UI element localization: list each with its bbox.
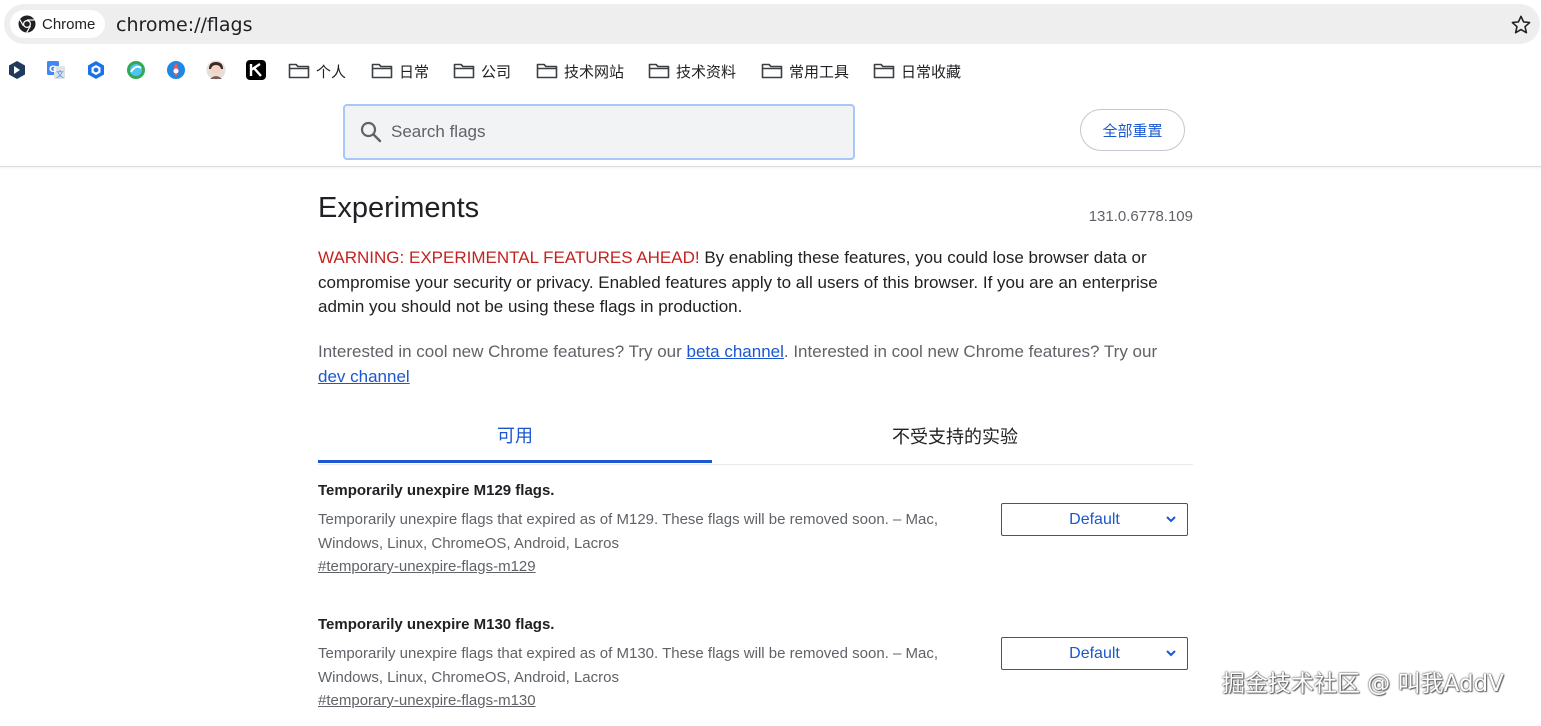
watermark-text: 掘金技术社区 @ 叫我AddV: [1222, 671, 1504, 697]
bookmark-folder-tools[interactable]: 常用工具: [761, 59, 849, 83]
bookmark-folder-daily[interactable]: 日常: [371, 59, 429, 83]
bookmark-app-3-icon[interactable]: [86, 60, 106, 80]
flag-anchor-link[interactable]: #temporary-unexpire-flags-m130: [318, 692, 536, 709]
search-input[interactable]: [389, 118, 833, 146]
flag-select-value: Default: [1069, 510, 1120, 528]
flag-description: Temporarily unexpire flags that expired …: [318, 511, 939, 552]
folder-icon: [288, 63, 310, 79]
chevron-down-icon: [1166, 650, 1176, 657]
folder-icon: [536, 63, 558, 79]
promo-text-1: Interested in cool new Chrome features? …: [318, 342, 687, 361]
version-label: 131.0.6778.109: [1088, 208, 1193, 225]
page-title: Experiments: [318, 192, 480, 224]
search-icon: [360, 121, 382, 143]
bookmark-app-7-icon[interactable]: [246, 60, 266, 80]
flag-select-value: Default: [1069, 644, 1120, 662]
omnibox[interactable]: Chrome chrome://flags: [4, 4, 1540, 44]
bookmark-app-5-icon[interactable]: [166, 60, 186, 80]
bookmark-folder-tech-docs[interactable]: 技术资料: [648, 59, 736, 83]
bookmark-folder-personal[interactable]: 个人: [288, 59, 346, 83]
folder-icon: [873, 63, 895, 79]
chrome-logo-icon: [18, 15, 36, 33]
flag-description: Temporarily unexpire flags that expired …: [318, 645, 939, 686]
flag-anchor-link[interactable]: #temporary-unexpire-flags-m129: [318, 558, 536, 575]
promo-text-2: . Interested in cool new Chrome features…: [783, 342, 1158, 361]
flag-item: Temporarily unexpire M130 flags. Tempora…: [318, 616, 1193, 726]
chip-label: Chrome: [42, 15, 96, 33]
folder-icon: [453, 63, 475, 79]
warning-heading: WARNING: EXPERIMENTAL FEATURES AHEAD!: [318, 248, 700, 267]
folder-icon: [371, 63, 393, 79]
bookmark-folder-favorites[interactable]: 日常收藏: [873, 59, 961, 83]
tab-bar: 可用 不受支持的实验: [318, 410, 1193, 465]
search-box[interactable]: [343, 104, 855, 160]
reset-all-button[interactable]: 全部重置: [1080, 109, 1185, 151]
tab-available[interactable]: 可用: [318, 410, 712, 463]
url-text[interactable]: chrome://flags: [116, 14, 252, 36]
site-info-chip[interactable]: Chrome: [10, 10, 106, 38]
flag-name: Temporarily unexpire M129 flags.: [318, 482, 555, 499]
star-outline-icon[interactable]: [1510, 14, 1532, 36]
beta-channel-link[interactable]: beta channel: [687, 342, 784, 361]
bookmarks-bar: G 文 个人 日常 公司 技术网站 技术资料 常用工具 日常收藏: [0, 56, 1541, 86]
dev-channel-link[interactable]: dev channel: [318, 367, 410, 386]
flag-state-select[interactable]: Default: [1001, 637, 1188, 670]
folder-label: 常用工具: [789, 62, 850, 81]
chevron-down-icon: [1166, 516, 1176, 523]
folder-icon: [761, 63, 783, 79]
bookmark-folder-tech-sites[interactable]: 技术网站: [536, 59, 624, 83]
flag-name: Temporarily unexpire M130 flags.: [318, 616, 555, 633]
bookmark-folder-company[interactable]: 公司: [453, 59, 511, 83]
svg-text:文: 文: [56, 69, 64, 79]
folder-label: 个人: [316, 62, 347, 81]
folder-label: 日常收藏: [901, 62, 962, 81]
warning-text: WARNING: EXPERIMENTAL FEATURES AHEAD! By…: [318, 246, 1193, 320]
folder-label: 公司: [481, 62, 512, 81]
avatar-bookmark-icon[interactable]: [206, 60, 226, 80]
tab-unavailable[interactable]: 不受支持的实验: [758, 410, 1152, 462]
flags-header: 全部重置: [0, 100, 1541, 167]
folder-label: 日常: [399, 62, 430, 81]
folder-label: 技术网站: [564, 62, 625, 81]
folder-label: 技术资料: [676, 62, 737, 81]
folder-icon: [648, 63, 670, 79]
google-translate-icon[interactable]: G 文: [46, 60, 66, 80]
bookmark-app-4-icon[interactable]: [126, 60, 146, 80]
flag-item: Temporarily unexpire M129 flags. Tempora…: [318, 482, 1193, 592]
flag-state-select[interactable]: Default: [1001, 503, 1188, 536]
bookmark-app-1-icon[interactable]: [7, 60, 27, 80]
channel-promo: Interested in cool new Chrome features? …: [318, 340, 1193, 389]
